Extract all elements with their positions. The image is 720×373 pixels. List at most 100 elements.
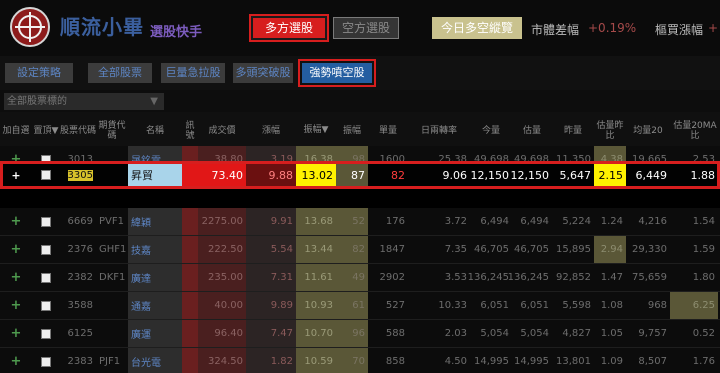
strategy-bar: 設定策略 全部股票 巨量急拉股 多頭突破股 強勢噴空股 <box>0 56 720 90</box>
unit-volume-text: 527 <box>385 300 405 311</box>
up-ratio-value: + <box>708 21 719 35</box>
est-volume-text: 6,494 <box>520 216 549 227</box>
checkbox-box[interactable] <box>41 328 51 339</box>
pin-checkbox[interactable] <box>32 264 60 291</box>
set-strategy-button[interactable]: 設定策略 <box>5 63 73 83</box>
stock-code: 6669 <box>60 208 96 235</box>
add-watchlist-button[interactable]: + <box>0 208 32 235</box>
col-yesterday-volume[interactable]: 昨量 <box>552 112 594 150</box>
col-today-volume[interactable]: 今量 <box>470 112 512 150</box>
stock-name[interactable]: 通嘉 <box>128 292 182 319</box>
avg20-volume: 4,216 <box>626 208 670 235</box>
pin-checkbox[interactable] <box>32 236 60 263</box>
col-turnover[interactable]: 日兩轉率 <box>408 112 470 150</box>
est-ratio: 1.05 <box>594 320 626 347</box>
turnover-rate: 3.72 <box>408 208 470 235</box>
range-rank-text: 49 <box>352 272 365 283</box>
unit-volume-text: 176 <box>385 216 405 227</box>
pin-checkbox[interactable] <box>32 320 60 347</box>
est-20ma-ratio: 6.25 <box>670 292 718 319</box>
add-watchlist-button[interactable]: + <box>0 320 32 347</box>
price-text: 40.00 <box>214 300 243 311</box>
add-watchlist-button-text: + <box>10 326 22 341</box>
table-row[interactable]: +2383 PJF1 台光電 324.50 1.82 10.59 70 858 4.50 14,9… <box>0 348 720 373</box>
checkbox-box[interactable] <box>41 170 51 180</box>
brand-title: 順流小畢 選股快手 <box>60 14 202 40</box>
stock-name[interactable]: 廣運 <box>128 320 182 347</box>
stock-universe-select[interactable]: 全部股票標的 ▼ <box>4 93 164 110</box>
col-avg20[interactable]: 均量20 <box>626 112 670 150</box>
table-row[interactable]: +6669 PVF1 緯穎 2275.00 9.91 13.68 52 176 3.72 6,49… <box>0 208 720 236</box>
table-row-selected[interactable]: +3305 昇貿 73.40 9.88 13.02 87 82 9.06 12,150 12,15… <box>0 161 720 189</box>
add-watchlist-button[interactable]: + <box>0 164 32 186</box>
unit-volume: 527 <box>368 292 408 319</box>
est-volume: 12,150 <box>511 164 552 186</box>
short-picks-button[interactable]: 空方選股 <box>333 17 399 39</box>
col-code[interactable]: 股票代碼 <box>60 112 96 150</box>
tab-volume-surge[interactable]: 巨量急拉股 <box>161 63 225 83</box>
col-est-ratio[interactable]: 估量昨比 <box>594 112 626 150</box>
stock-name[interactable]: 技嘉 <box>128 236 182 263</box>
col-signal[interactable]: 訊號 <box>182 112 198 150</box>
yesterday-volume: 15,895 <box>552 236 594 263</box>
price: 40.00 <box>198 292 246 319</box>
futures-code: PVF1 <box>96 208 128 235</box>
add-watchlist-button[interactable]: + <box>0 292 32 319</box>
col-pin[interactable]: 置頂▼ <box>32 112 60 150</box>
checkbox-box[interactable] <box>41 356 51 367</box>
tab-strong-short-squeeze-label: 強勢噴空股 <box>302 63 372 83</box>
range-pct-text: 13.68 <box>304 216 333 227</box>
table-row[interactable]: +6125 廣運 96.40 7.47 10.70 96 588 2.03 5,054 5,054… <box>0 320 720 348</box>
table-row[interactable]: +2376 GHF1 技嘉 222.50 5.54 13.44 82 1847 7.35 46,7… <box>0 236 720 264</box>
table-row[interactable]: +3588 通嘉 40.00 9.89 10.93 61 527 10.33 6,051 6,05… <box>0 292 720 320</box>
price-text: 96.40 <box>214 328 243 339</box>
stock-name[interactable]: 廣達 <box>128 264 182 291</box>
long-picks-button[interactable]: 多方選股 <box>249 14 329 42</box>
range-pct-text: 10.59 <box>304 356 333 367</box>
add-watchlist-button[interactable]: + <box>0 264 32 291</box>
checkbox-box[interactable] <box>41 272 51 283</box>
pin-checkbox[interactable] <box>32 208 60 235</box>
range-rank-text: 52 <box>352 216 365 227</box>
col-futures-code[interactable]: 期貨代碼 <box>96 112 128 150</box>
est-20ma-ratio: 0.52 <box>670 320 718 347</box>
col-change[interactable]: 漲幅 <box>246 112 296 150</box>
tab-all-stocks[interactable]: 全部股票 <box>88 63 152 83</box>
col-units[interactable]: 單量 <box>368 112 408 150</box>
signal-bar <box>182 164 198 186</box>
checkbox-box[interactable] <box>41 244 51 255</box>
range-pct-text: 10.70 <box>304 328 333 339</box>
stock-name[interactable]: 台光電 <box>128 348 182 373</box>
col-add[interactable]: 加自選 <box>0 112 32 150</box>
checkbox-box[interactable] <box>41 216 51 227</box>
today-volume: 136,245 <box>467 264 512 291</box>
col-range-rank[interactable]: 振幅 <box>336 112 368 150</box>
unit-volume: 2902 <box>368 264 408 291</box>
yesterday-volume-text: 5,647 <box>559 168 592 182</box>
stock-code-text: 2383 <box>67 356 93 367</box>
tab-long-breakout[interactable]: 多頭突破股 <box>233 63 293 83</box>
col-price[interactable]: 成交價 <box>198 112 246 150</box>
pin-checkbox[interactable] <box>32 164 60 186</box>
today-overview-button[interactable]: 今日多空縱覽 <box>432 17 522 39</box>
range-rank: 82 <box>336 236 368 263</box>
pin-checkbox[interactable] <box>32 292 60 319</box>
col-est-20ma[interactable]: 估量20MA比 <box>670 112 720 150</box>
est-volume: 46,705 <box>512 236 552 263</box>
col-est-volume[interactable]: 估量 <box>512 112 552 150</box>
table-row[interactable]: +2382 DKF1 廣達 235.00 7.31 11.61 49 2902 3.53 136,… <box>0 264 720 292</box>
range-rank-text: 87 <box>351 168 365 182</box>
add-watchlist-button[interactable]: + <box>0 236 32 263</box>
today-volume-text: 136,245 <box>467 272 509 283</box>
est-ratio: 1.24 <box>594 208 626 235</box>
col-range-sorted[interactable]: 振幅▼ <box>296 112 336 150</box>
turnover-rate: 9.06 <box>408 164 470 186</box>
tab-strong-short-squeeze[interactable]: 強勢噴空股 <box>298 59 376 87</box>
pin-checkbox[interactable] <box>32 348 60 373</box>
stock-name[interactable]: 緯穎 <box>128 208 182 235</box>
price: 73.40 <box>198 164 246 186</box>
stock-name[interactable]: 昇貿 <box>128 164 182 186</box>
checkbox-box[interactable] <box>41 300 51 311</box>
col-name[interactable]: 名稱 <box>128 112 182 150</box>
add-watchlist-button[interactable]: + <box>0 348 32 373</box>
